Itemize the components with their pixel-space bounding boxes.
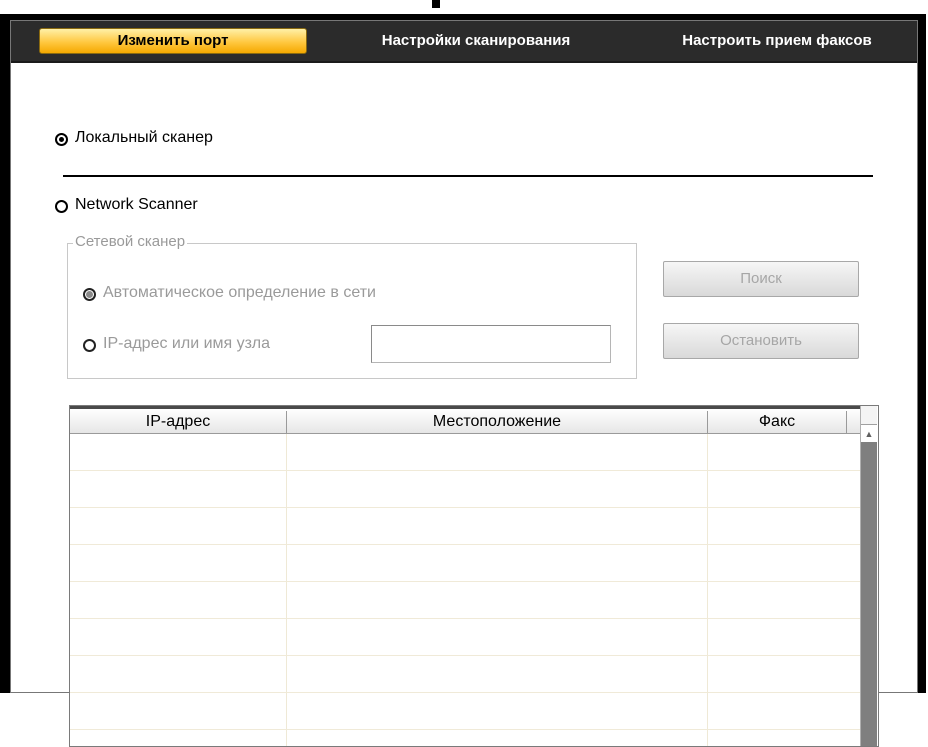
- table-row: [70, 618, 860, 619]
- column-header-fax[interactable]: Факс: [708, 409, 846, 434]
- app-window: Изменить порт Настройки сканирования Нас…: [0, 14, 926, 747]
- auto-detect-radio[interactable]: [83, 288, 96, 301]
- scroll-up-icon[interactable]: ▲: [861, 426, 877, 442]
- table-row: [70, 507, 860, 508]
- column-divider: [286, 434, 287, 746]
- table-row: [70, 729, 860, 730]
- ip-address-input[interactable]: [371, 325, 611, 363]
- network-scanner-label[interactable]: Network Scanner: [75, 196, 198, 214]
- search-button[interactable]: Поиск: [663, 261, 859, 297]
- column-separator[interactable]: [846, 411, 847, 433]
- table-row: [70, 470, 860, 471]
- scrollbar-corner: [861, 406, 877, 425]
- network-scanner-radio[interactable]: [55, 200, 68, 213]
- auto-detect-label: Автоматическое определение в сети: [103, 284, 376, 301]
- local-scanner-label[interactable]: Локальный сканер: [75, 129, 213, 147]
- cropped-heading-fragment: [432, 0, 440, 8]
- table-header: IP-адрес Местоположение Факс: [70, 406, 860, 434]
- table-row: [70, 655, 860, 656]
- scanner-list-table: IP-адрес Местоположение Факс ▲: [69, 405, 879, 747]
- scrollbar-track[interactable]: [861, 442, 877, 746]
- table-row: [70, 544, 860, 545]
- ip-address-radio[interactable]: [83, 339, 96, 352]
- table-row: [70, 581, 860, 582]
- column-divider: [707, 434, 708, 746]
- column-header-location[interactable]: Местоположение: [287, 409, 707, 434]
- section-divider: [63, 175, 873, 177]
- change-port-panel: Локальный сканер Network Scanner Сетевой…: [11, 63, 917, 747]
- tab-bar: Изменить порт Настройки сканирования Нас…: [11, 21, 917, 63]
- column-header-ip[interactable]: IP-адрес: [70, 409, 286, 434]
- network-scanner-group-title: Сетевой сканер: [73, 233, 188, 250]
- tab-fax-receive-settings[interactable]: Настроить прием факсов: [647, 29, 907, 53]
- table-scrollbar[interactable]: ▲: [860, 406, 878, 746]
- app-panel: Изменить порт Настройки сканирования Нас…: [10, 20, 918, 747]
- ip-address-label: IP-адрес или имя узла: [103, 335, 271, 352]
- tab-change-port[interactable]: Изменить порт: [39, 28, 307, 54]
- tab-scan-settings[interactable]: Настройки сканирования: [341, 29, 611, 53]
- local-scanner-radio[interactable]: [55, 133, 68, 146]
- stop-button[interactable]: Остановить: [663, 323, 859, 359]
